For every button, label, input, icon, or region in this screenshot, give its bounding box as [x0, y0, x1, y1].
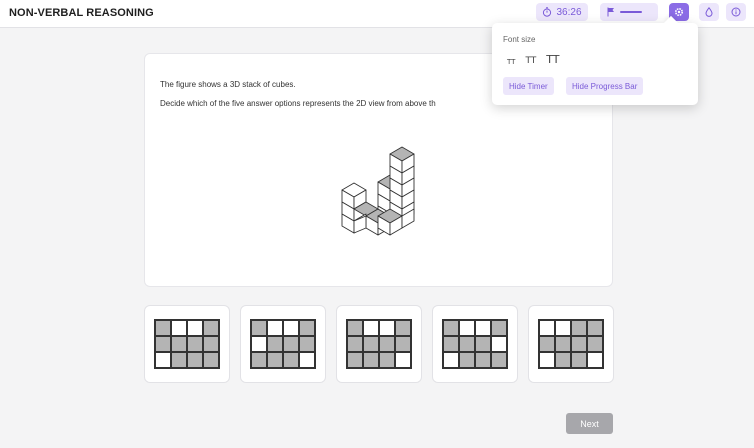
shaded-cell	[395, 336, 411, 352]
empty-cell	[363, 320, 379, 336]
font-size-label: Font size	[503, 35, 536, 44]
shaded-cell	[187, 336, 203, 352]
font-size-options: TT TT TT	[507, 53, 560, 66]
empty-cell	[539, 352, 555, 368]
shaded-cell	[187, 352, 203, 368]
empty-cell	[475, 320, 491, 336]
color-theme-button[interactable]	[699, 3, 719, 21]
empty-cell	[555, 320, 571, 336]
cube-stack-figure	[341, 146, 415, 236]
answer-option-3[interactable]	[336, 305, 422, 383]
shaded-cell	[555, 352, 571, 368]
option-grid	[154, 319, 220, 369]
shaded-cell	[347, 336, 363, 352]
shaded-cell	[363, 352, 379, 368]
shaded-cell	[443, 320, 459, 336]
answer-option-1[interactable]	[144, 305, 230, 383]
shaded-cell	[283, 336, 299, 352]
shaded-cell	[251, 352, 267, 368]
shaded-cell	[491, 320, 507, 336]
shaded-cell	[571, 320, 587, 336]
shaded-cell	[347, 320, 363, 336]
shaded-cell	[555, 336, 571, 352]
flag-icon	[607, 7, 614, 17]
empty-cell	[379, 320, 395, 336]
empty-cell	[395, 352, 411, 368]
option-grid	[538, 319, 604, 369]
shaded-cell	[363, 336, 379, 352]
answer-option-4[interactable]	[432, 305, 518, 383]
shaded-cell	[251, 320, 267, 336]
option-grid	[250, 319, 316, 369]
question-text-2: Decide which of the five answer options …	[160, 99, 436, 108]
shaded-cell	[155, 336, 171, 352]
shaded-cell	[299, 320, 315, 336]
empty-cell	[539, 320, 555, 336]
empty-cell	[267, 320, 283, 336]
shaded-cell	[443, 336, 459, 352]
shaded-cell	[171, 336, 187, 352]
shaded-cell	[267, 336, 283, 352]
empty-cell	[299, 352, 315, 368]
shaded-cell	[283, 352, 299, 368]
shaded-cell	[203, 352, 219, 368]
empty-cell	[171, 320, 187, 336]
answer-option-5[interactable]	[528, 305, 614, 383]
gear-icon	[674, 7, 684, 17]
empty-cell	[491, 336, 507, 352]
shaded-cell	[203, 336, 219, 352]
empty-cell	[587, 352, 603, 368]
shaded-cell	[539, 336, 555, 352]
timer-button[interactable]: 36:26	[536, 3, 588, 21]
empty-cell	[187, 320, 203, 336]
settings-popover: Font size TT TT TT Hide Timer Hide Progr…	[492, 23, 698, 105]
shaded-cell	[171, 352, 187, 368]
answer-option-2[interactable]	[240, 305, 326, 383]
progress-bar	[620, 11, 642, 13]
option-grid	[346, 319, 412, 369]
shaded-cell	[571, 336, 587, 352]
font-size-medium[interactable]: TT	[525, 56, 536, 66]
empty-cell	[283, 320, 299, 336]
shaded-cell	[475, 352, 491, 368]
shaded-cell	[459, 352, 475, 368]
shaded-cell	[587, 320, 603, 336]
empty-cell	[459, 320, 475, 336]
shaded-cell	[571, 352, 587, 368]
shaded-cell	[459, 336, 475, 352]
shaded-cell	[475, 336, 491, 352]
question-text-1: The figure shows a 3D stack of cubes.	[160, 80, 296, 89]
empty-cell	[155, 352, 171, 368]
shaded-cell	[267, 352, 283, 368]
font-size-small[interactable]: TT	[507, 58, 515, 66]
empty-cell	[443, 352, 459, 368]
shaded-cell	[587, 336, 603, 352]
shaded-cell	[379, 336, 395, 352]
hide-timer-button[interactable]: Hide Timer	[503, 77, 554, 95]
progress-button[interactable]	[600, 3, 658, 21]
app-title: NON-VERBAL REASONING	[9, 7, 154, 19]
shaded-cell	[395, 320, 411, 336]
shaded-cell	[379, 352, 395, 368]
shaded-cell	[347, 352, 363, 368]
option-grid	[442, 319, 508, 369]
next-button[interactable]: Next	[566, 413, 613, 434]
shaded-cell	[155, 320, 171, 336]
info-button[interactable]	[726, 3, 746, 21]
empty-cell	[251, 336, 267, 352]
shaded-cell	[299, 336, 315, 352]
timer-text: 36:26	[556, 6, 582, 18]
shaded-cell	[491, 352, 507, 368]
shaded-cell	[203, 320, 219, 336]
droplet-icon	[705, 7, 713, 17]
info-icon	[731, 7, 741, 17]
stopwatch-icon	[543, 7, 552, 17]
font-size-large[interactable]: TT	[546, 53, 559, 66]
hide-progress-bar-button[interactable]: Hide Progress Bar	[566, 77, 644, 95]
